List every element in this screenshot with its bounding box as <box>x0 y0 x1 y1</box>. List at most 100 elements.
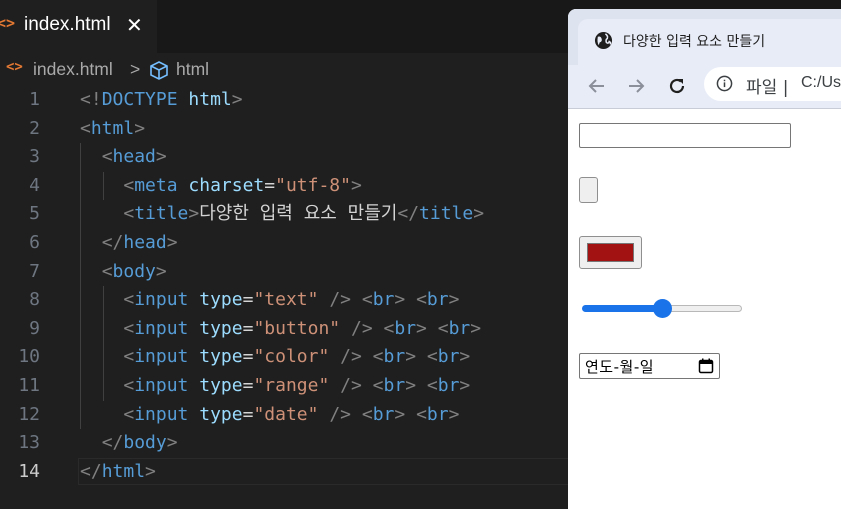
code-token: < <box>80 117 91 139</box>
line-number: 4 <box>29 174 40 196</box>
address-protocol: 파일 | <box>746 78 789 98</box>
code-token: > <box>394 403 406 425</box>
code-line[interactable]: 2 <html> <box>0 115 570 144</box>
empty-button[interactable] <box>579 177 598 203</box>
code-token: br <box>383 375 406 396</box>
code-line[interactable]: 10 <input type="color" /> <br> <br> <box>0 343 570 372</box>
editor-tab-index-html[interactable]: <> index.html ✕ <box>0 0 157 53</box>
browser-tab[interactable]: 다양한 입력 요소 만들기 <box>578 19 841 65</box>
calendar-icon[interactable] <box>698 358 714 378</box>
code-text: </body> <box>80 429 178 458</box>
indent-guide <box>103 286 104 401</box>
code-token: "date" <box>253 403 319 425</box>
code-token: input <box>134 403 189 425</box>
code-line[interactable]: 11 <input type="range" /> <br> <br> <box>0 372 570 401</box>
line-number: 13 <box>18 432 40 454</box>
code-token: < <box>101 260 113 282</box>
code-line[interactable]: 8 <input type="text" /> <br> <br> <box>0 286 570 315</box>
code-token: < <box>416 403 427 425</box>
code-text: <input type="date" /> <br> <br> <box>80 401 459 430</box>
code-token: = <box>242 375 254 396</box>
code-line[interactable]: 13 </body> <box>0 429 570 458</box>
code-token: = <box>242 317 254 339</box>
code-token: head <box>112 146 156 168</box>
code-token: = <box>242 346 254 368</box>
code-token: br <box>437 375 460 396</box>
code-line[interactable]: 6 </head> <box>0 229 570 258</box>
code-token: type <box>199 289 243 311</box>
code-token: br <box>372 289 395 311</box>
browser-tab-title: 다양한 입력 요소 만들기 <box>623 34 766 50</box>
code-line[interactable]: 1 <!DOCTYPE html> <box>0 86 570 115</box>
code-text: </html> <box>80 458 156 487</box>
color-swatch <box>587 243 634 262</box>
page-viewport: 연도-월-일 <box>568 109 841 509</box>
code-text: <html> <box>80 115 145 144</box>
back-arrow-icon[interactable] <box>583 72 611 100</box>
color-picker[interactable] <box>579 236 642 269</box>
code-line[interactable]: 7 <body> <box>0 258 570 287</box>
code-text: <head> <box>80 143 167 172</box>
range-thumb[interactable] <box>652 299 672 318</box>
code-token: < <box>383 317 395 339</box>
range-track-filled <box>582 305 662 312</box>
code-token: input <box>134 289 189 311</box>
code-token: > <box>155 260 167 282</box>
code-token: > <box>416 317 427 339</box>
code-line[interactable]: 5 <title>다양한 입력 요소 만들기</title> <box>0 200 570 229</box>
code-token: /> <box>329 403 351 425</box>
code-token: < <box>437 317 449 339</box>
code-token: > <box>350 174 362 196</box>
address-bar[interactable]: 파일 | C:/Us <box>704 67 841 101</box>
code-token: </ <box>80 460 102 482</box>
line-number: 10 <box>18 346 40 368</box>
code-token: /> <box>329 289 351 311</box>
code-token: < <box>123 375 135 396</box>
code-token: type <box>199 317 243 339</box>
code-token: /> <box>340 346 362 368</box>
range-slider[interactable] <box>582 299 744 318</box>
indent-guide <box>80 143 81 430</box>
code-token: > <box>459 375 471 396</box>
breadcrumb-element[interactable]: html <box>176 59 209 80</box>
code-token: </ <box>101 432 124 454</box>
browser-tab-strip: 다양한 입력 요소 만들기 <box>568 9 841 65</box>
line-number: 6 <box>29 232 40 253</box>
code-line[interactable]: 3 <head> <box>0 143 570 172</box>
code-token: "button" <box>253 317 341 339</box>
code-token: /> <box>350 317 373 339</box>
date-input[interactable]: 연도-월-일 <box>579 353 720 379</box>
code-line[interactable]: 14 </html> <box>0 457 570 487</box>
info-icon[interactable] <box>716 75 733 96</box>
forward-arrow-icon[interactable] <box>622 72 650 100</box>
breadcrumb: <> index.html > html <box>0 56 570 84</box>
code-token: title <box>134 203 189 225</box>
code-text: </head> <box>80 229 178 258</box>
indent-guide <box>103 171 104 201</box>
close-tab-icon[interactable]: ✕ <box>126 11 143 39</box>
reload-icon[interactable] <box>663 72 691 100</box>
code-token: br <box>426 289 449 311</box>
code-area[interactable]: 1 <!DOCTYPE html> 2 <html> 3 <head> 4 <meta c… <box>0 86 570 497</box>
code-token: > <box>145 460 156 482</box>
code-token: html <box>101 460 146 482</box>
line-number: 9 <box>29 317 40 339</box>
code-line[interactable]: 4 <meta charset="utf-8"> <box>0 172 570 201</box>
code-token: > <box>134 117 146 139</box>
text-input[interactable] <box>579 123 791 148</box>
code-token: > <box>448 289 460 311</box>
code-line[interactable]: 9 <input type="button" /> <br> <br> <box>0 315 570 344</box>
code-line[interactable]: 12 <input type="date" /> <br> <br> <box>0 401 570 430</box>
breadcrumb-file[interactable]: index.html <box>33 59 113 80</box>
